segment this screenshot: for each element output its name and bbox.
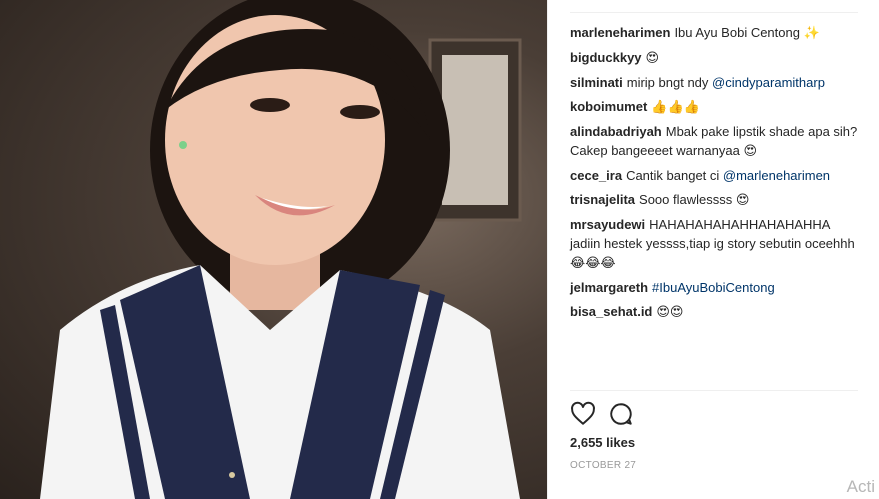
comment-item: cece_ira Cantik banget ci @marleneharimen [570,166,858,185]
comment-item: jelmargareth #IbuAyuBobiCentong [570,278,858,297]
comment-username[interactable]: jelmargareth [570,280,648,295]
comment-username[interactable]: silminati [570,75,623,90]
comment-username[interactable]: alindabadriyah [570,124,662,139]
comments-panel: marleneharimen Ibu Ayu Bobi Centong ✨ bigd… [558,0,868,499]
comment-item: bisa_sehat.id 😍😍 [570,302,858,322]
comment-item: koboimumet 👍👍👍 [570,97,858,117]
comment-mention-link[interactable]: @cindyparamitharp [712,75,825,90]
comment-item: marleneharimen Ibu Ayu Bobi Centong ✨ [570,23,858,43]
comment-item: alindabadriyah Mbak pake lipstik shade ap… [570,122,858,161]
post-actions [570,400,634,428]
comment-emoji: 😂😂😂 [570,256,616,271]
comment-emoji: 👍👍👍 [651,100,700,115]
comment-emoji: 😍 [743,144,758,159]
comment-emoji: 😍 [735,193,750,208]
comment-text: Cantik banget ci [626,168,723,183]
likes-count[interactable]: 2,655 likes [570,435,635,450]
actions-divider [570,390,858,391]
comment-text: Ibu Ayu Bobi Centong [674,25,804,40]
comment-emoji: 😍 [645,51,660,66]
comment-username[interactable]: koboimumet [570,99,647,114]
comment-item: mrsayudewi HAHAHAHAHAHHAHAHAHHA jadiin he… [570,215,858,273]
comment-mention-link[interactable]: #IbuAyuBobiCentong [652,280,775,295]
comment-username[interactable]: cece_ira [570,168,622,183]
comment-username[interactable]: mrsayudewi [570,217,645,232]
activate-watermark: Acti [846,477,875,496]
comment-username[interactable]: bisa_sehat.id [570,304,652,319]
comment-item: silminati mirip bngt ndy @cindyparamithar… [570,73,858,92]
comment-username[interactable]: trisnajelita [570,192,635,207]
comment-item: bigduckkyy 😍 [570,48,858,68]
heart-icon[interactable] [570,401,596,427]
speech-bubble-icon[interactable] [608,401,634,427]
comment-text: Sooo flawlessss [639,192,736,207]
comment-username[interactable]: bigduckkyy [570,50,642,65]
comment-mention-link[interactable]: @marleneharimen [723,168,830,183]
comment-emoji: ✨ [803,26,820,41]
portrait-illustration [40,0,522,499]
comment-emoji: 😍😍 [656,305,684,320]
post-photo [0,0,547,499]
panel-divider [547,0,548,499]
post-date: OCTOBER 27 [570,460,637,471]
comments-list: marleneharimen Ibu Ayu Bobi Centong ✨ bigd… [570,12,858,327]
comment-username[interactable]: marleneharimen [570,25,670,40]
comment-text: mirip bngt ndy [626,75,713,90]
comment-item: trisnajelita Sooo flawlessss 😍 [570,190,858,210]
